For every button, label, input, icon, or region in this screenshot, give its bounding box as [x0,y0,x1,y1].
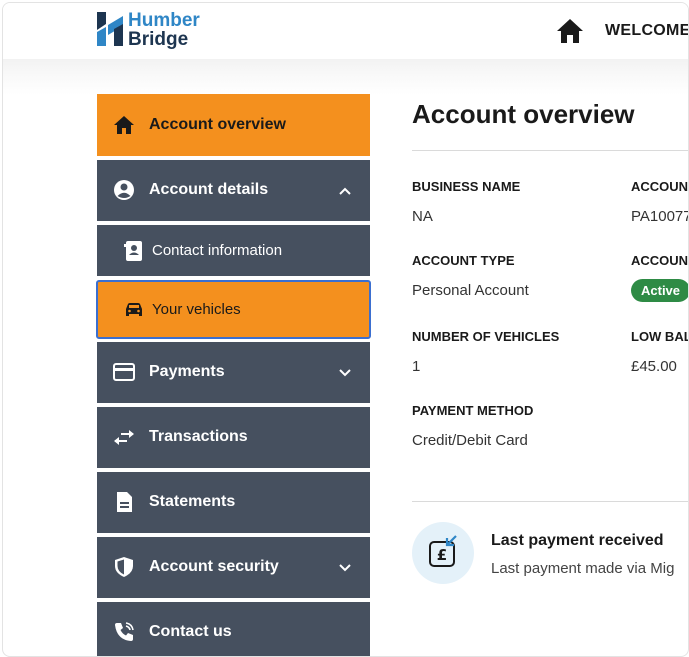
sidebar-item-transactions[interactable]: Transactions [97,407,370,468]
account-circle-icon [114,180,134,200]
home-icon [114,116,134,134]
app-frame: Humber Bridge WELCOME Account overview A… [2,2,689,657]
phone-icon [115,622,134,641]
business-name-label: BUSINESS NAME [412,179,521,194]
contact-card-icon [124,241,142,261]
sidebar-item-contact-us[interactable]: Contact us [97,602,370,656]
logo-text: Humber Bridge [128,11,200,49]
account-number-label: ACCOUN [631,179,689,194]
chevron-down-icon [339,564,351,572]
status-badge: Active [631,279,688,302]
car-icon [126,303,142,316]
sidebar-item-contact-information[interactable]: Contact information [97,225,370,276]
header-shadow-band [3,59,688,95]
sidebar-item-account-overview[interactable]: Account overview [97,94,370,156]
sidebar-item-label: Account details [149,181,269,198]
sidebar-item-statements[interactable]: Statements [97,472,370,533]
divider [412,150,688,151]
account-type-value: Personal Account [412,282,529,299]
sidebar-item-label: Transactions [149,428,248,445]
sidebar-item-label: Payments [149,363,225,380]
swap-arrows-icon [114,430,134,445]
chevron-up-icon [339,187,351,195]
sidebar-item-your-vehicles[interactable]: Your vehicles [96,280,371,339]
sidebar-item-label: Contact us [149,623,232,640]
sidebar-item-account-details[interactable]: Account details [97,160,370,221]
page-title: Account overview [412,99,635,129]
sidebar-item-account-security[interactable]: Account security [97,537,370,598]
sidebar-item-label: Your vehicles [152,301,241,318]
business-name-value: NA [412,208,433,225]
account-type-label: ACCOUNT TYPE [412,253,515,268]
last-payment-description: Last payment made via Mig [491,560,675,577]
svg-text:£: £ [437,546,447,564]
account-status-label: ACCOUN [631,253,689,268]
shield-icon [115,557,133,577]
vehicles-value: 1 [412,358,421,375]
header: Humber Bridge WELCOME [3,3,688,59]
logo-line-2: Bridge [128,29,189,50]
home-icon[interactable] [556,18,584,44]
payment-method-label: PAYMENT METHOD [412,403,534,418]
low-balance-value: £45.00 [631,358,677,375]
payment-received-icon-circle: £ [412,522,474,584]
sidebar-item-label: Account overview [149,116,286,133]
welcome-text: WELCOME [605,22,689,39]
sidebar-item-label: Contact information [152,242,283,259]
low-balance-label: LOW BAL [631,329,689,344]
sidebar-item-label: Statements [149,493,236,510]
document-icon [117,492,132,512]
chevron-down-icon [339,369,351,377]
card-icon [113,363,135,381]
logo-line-1: Humber [128,10,200,31]
sidebar-item-label: Account security [149,558,279,575]
payment-received-icon: £ [429,535,457,567]
account-number-value: PA10077 [631,208,689,225]
humber-bridge-logo[interactable]: Humber Bridge [97,10,217,50]
sidebar-item-payments[interactable]: Payments [97,342,370,403]
last-payment-title: Last payment received [491,532,664,549]
payment-method-value: Credit/Debit Card [412,432,528,449]
vehicles-label: NUMBER OF VEHICLES [412,329,560,344]
divider [412,501,688,502]
logo-mark-icon [97,12,123,46]
